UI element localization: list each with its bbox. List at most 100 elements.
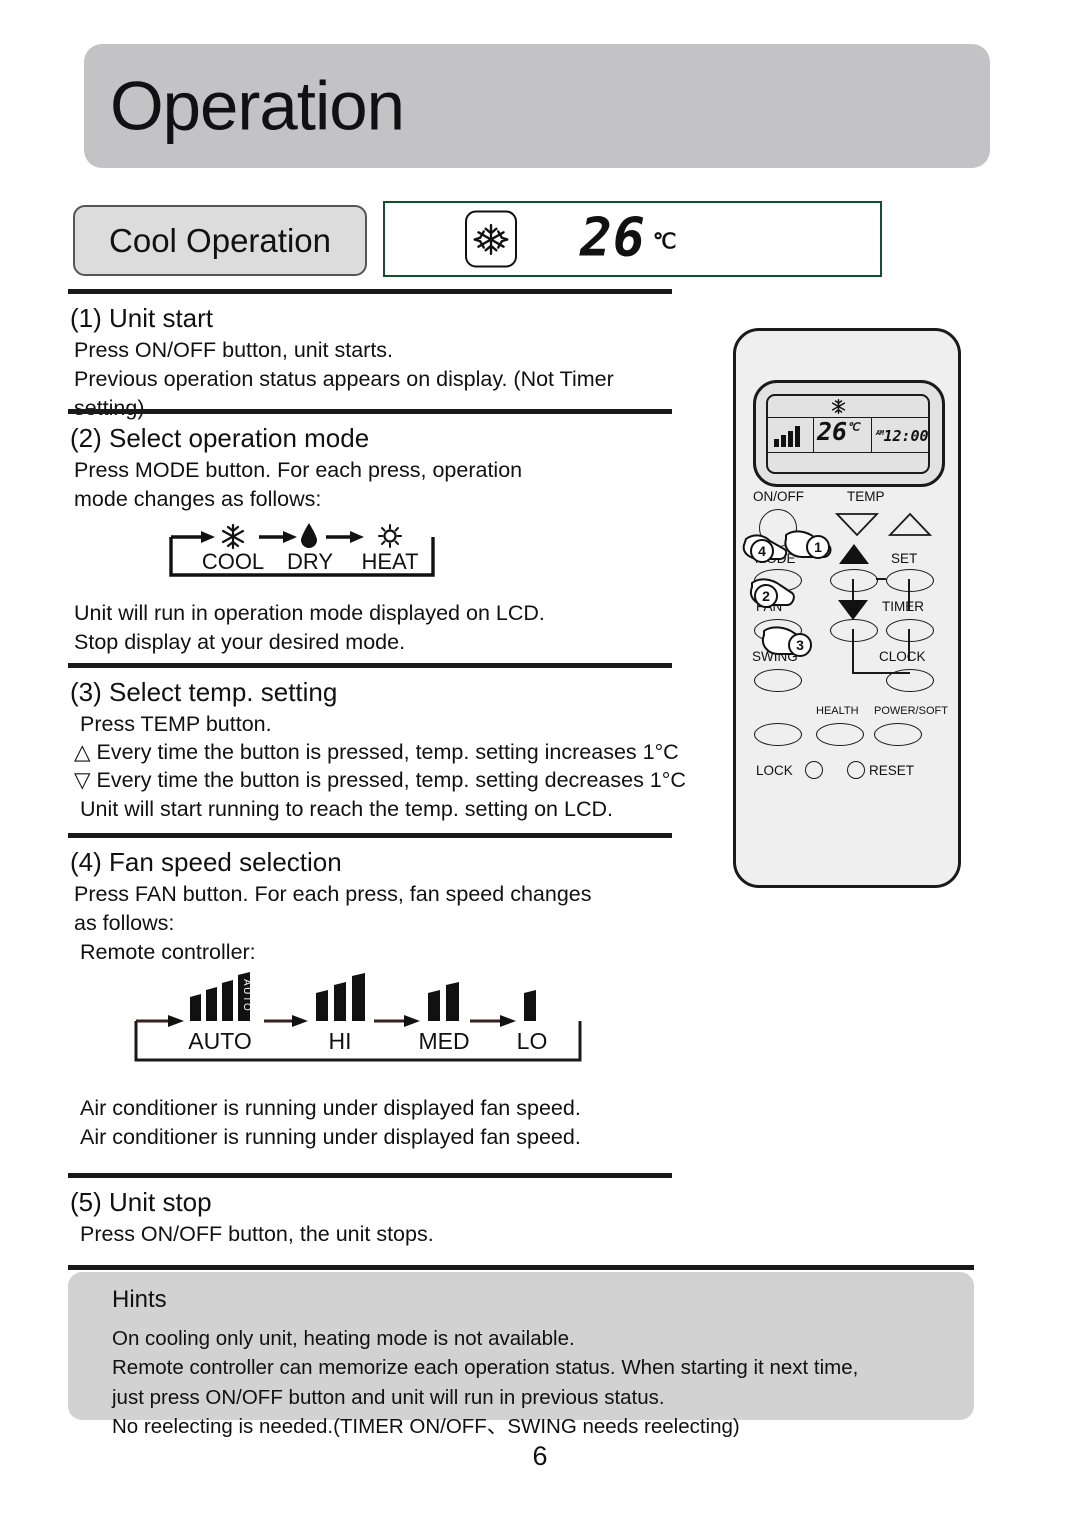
hints-title: Hints	[112, 1286, 167, 1313]
hints-line-3: just press ON/OFF button and unit will r…	[112, 1385, 665, 1409]
step-1-block: (1) Unit start Press ON/OFF button, unit…	[68, 289, 672, 424]
divider	[68, 833, 672, 838]
step-4-line-1: Press FAN button. For each press, fan sp…	[74, 882, 592, 906]
callout-number-1: 1	[814, 539, 822, 555]
step-4-block: (4) Fan speed selection Press FAN button…	[68, 833, 672, 968]
step-3-block: (3) Select temp. setting Press TEMP butt…	[68, 663, 686, 824]
hints-box: Hints On cooling only unit, heating mode…	[68, 1272, 974, 1438]
callout-hand-1-icon: 1	[784, 530, 832, 559]
remote-lcd-screen: 26℃ AM12:00	[766, 394, 930, 474]
callout-number-2: 2	[762, 588, 770, 604]
snowflake-icon	[831, 398, 846, 415]
hints-body: On cooling only unit, heating mode is no…	[112, 1324, 858, 1441]
timer-button[interactable]	[886, 619, 934, 642]
unlabeled-button[interactable]	[754, 723, 802, 746]
callout-number-3: 3	[796, 637, 804, 653]
step-3-line-2: △ Every time the button is pressed, temp…	[74, 740, 679, 765]
step-2-line-1: Press MODE button. For each press, opera…	[74, 458, 523, 482]
snowflake-icon	[465, 210, 517, 268]
up-button[interactable]	[830, 569, 878, 592]
remote-label-health: HEALTH	[816, 705, 859, 717]
swing-button[interactable]	[754, 669, 802, 692]
hints-line-2: Remote controller can memorize each oper…	[112, 1356, 859, 1380]
step-5-heading: (5) Unit stop	[70, 1187, 212, 1217]
lcd-temperature: 26 ℃	[580, 207, 677, 269]
remote-label-temp: TEMP	[847, 489, 885, 504]
down-button[interactable]	[830, 619, 878, 642]
connector-line	[852, 579, 854, 601]
fan-label-med: MED	[418, 1028, 469, 1054]
lcd-temperature-value: 26	[580, 207, 646, 269]
step-4-after-line-2: Air conditioner is running under display…	[80, 1125, 581, 1150]
fan-label-lo: LO	[517, 1028, 548, 1054]
callout-number-4: 4	[758, 543, 766, 559]
remote-lcd-temperature-unit: ℃	[847, 420, 860, 434]
divider	[68, 1173, 672, 1178]
step-1-heading: (1) Unit start	[70, 303, 214, 333]
step-2-line-2: mode changes as follows:	[74, 487, 322, 512]
remote-lcd-temp-cell: 26℃	[814, 418, 872, 452]
remote-controller-illustration: 26℃ AM12:00 ON/OFF TEMP MODE	[733, 328, 961, 888]
hints-line-1: On cooling only unit, heating mode is no…	[112, 1327, 575, 1350]
step-5-block: (5) Unit stop Press ON/OFF button, the u…	[68, 1173, 672, 1249]
step-3-heading: (3) Select temp. setting	[70, 677, 338, 707]
section-label-pill: Cool Operation	[73, 205, 367, 276]
callout-hand-3-icon: 3	[762, 626, 812, 657]
step-2-after: Unit will run in operation mode displaye…	[68, 599, 672, 657]
step-3-line-3: ▽ Every time the button is pressed, temp…	[74, 768, 686, 793]
fan-auto-badge-text: AUTO	[241, 979, 252, 1012]
manual-page: Operation Cool Operation 26 ℃ (1) Unit s…	[0, 0, 1080, 1538]
set-button[interactable]	[886, 569, 934, 592]
remote-label-power-soft: POWER/SOFT	[874, 705, 948, 717]
step-2-after-line-1: Unit will run in operation mode displaye…	[74, 601, 545, 625]
step-2-after-line-2: Stop display at your desired mode.	[74, 630, 406, 655]
fan-label-hi: HI	[329, 1028, 352, 1054]
step-4-line-2: as follows:	[74, 911, 175, 936]
connector-line	[876, 578, 886, 580]
connector-line	[852, 672, 910, 674]
section-label-text: Cool Operation	[109, 221, 331, 259]
remote-lcd-clock-value: 12:00	[883, 427, 929, 445]
lcd-temperature-unit: ℃	[652, 230, 677, 254]
step-2-block: (2) Select operation mode Press MODE but…	[68, 409, 672, 514]
remote-lcd-temperature-value: 26	[817, 417, 848, 446]
step-1-line-1: Press ON/OFF button, unit starts.	[74, 338, 394, 362]
step-5-line-1: Press ON/OFF button, the unit stops.	[80, 1222, 434, 1246]
step-2-heading: (2) Select operation mode	[70, 423, 370, 453]
remote-label-timer: TIMER	[882, 599, 924, 614]
lock-button[interactable]	[805, 761, 823, 779]
temp-up-icon[interactable]	[888, 511, 932, 537]
power-soft-button[interactable]	[874, 723, 922, 746]
page-title: Operation	[110, 67, 405, 145]
step-4-heading: (4) Fan speed selection	[70, 847, 342, 877]
mode-label-dry: DRY	[287, 549, 333, 574]
remote-label-reset: RESET	[869, 763, 915, 778]
remote-label-lock: LOCK	[756, 763, 793, 778]
remote-lcd-clock: AM12:00	[876, 427, 929, 445]
remote-lcd-row: 26℃ AM12:00	[768, 417, 929, 453]
fan-down-arrow-icon	[838, 600, 868, 620]
step-4-after-line-1: Air conditioner is running under display…	[80, 1096, 581, 1120]
connector-line	[852, 629, 854, 673]
step-3-line-4: Unit will start running to reach the tem…	[80, 797, 613, 822]
lcd-display-strip: 26 ℃	[383, 201, 882, 277]
page-number: 6	[532, 1441, 548, 1471]
remote-lcd-bezel: 26℃ AM12:00	[753, 380, 945, 487]
step-3-line-1: Press TEMP button.	[80, 712, 272, 736]
reset-button[interactable]	[847, 761, 865, 779]
hints-line-4: No reelecting is needed.(TIMER ON/OFF、SW…	[112, 1414, 740, 1438]
divider	[68, 663, 672, 668]
fan-speed-cycle-diagram: AUTO AUTO HI MED LO	[128, 963, 590, 1067]
fan-label-auto: AUTO	[188, 1028, 251, 1054]
remote-label-set: SET	[891, 551, 918, 566]
step-4-after: Air conditioner is running under display…	[68, 1094, 672, 1152]
health-button[interactable]	[816, 723, 864, 746]
remote-lcd-clock-cell: AM12:00	[872, 418, 929, 452]
divider	[68, 289, 672, 294]
mode-cycle-diagram: COOL DRY HEAT	[163, 519, 441, 581]
fan-level-bars-icon	[774, 426, 800, 447]
remote-lcd-fan-cell	[768, 418, 814, 452]
divider	[68, 409, 672, 414]
remote-label-clock: CLOCK	[879, 649, 926, 664]
page-banner: Operation	[84, 44, 990, 168]
